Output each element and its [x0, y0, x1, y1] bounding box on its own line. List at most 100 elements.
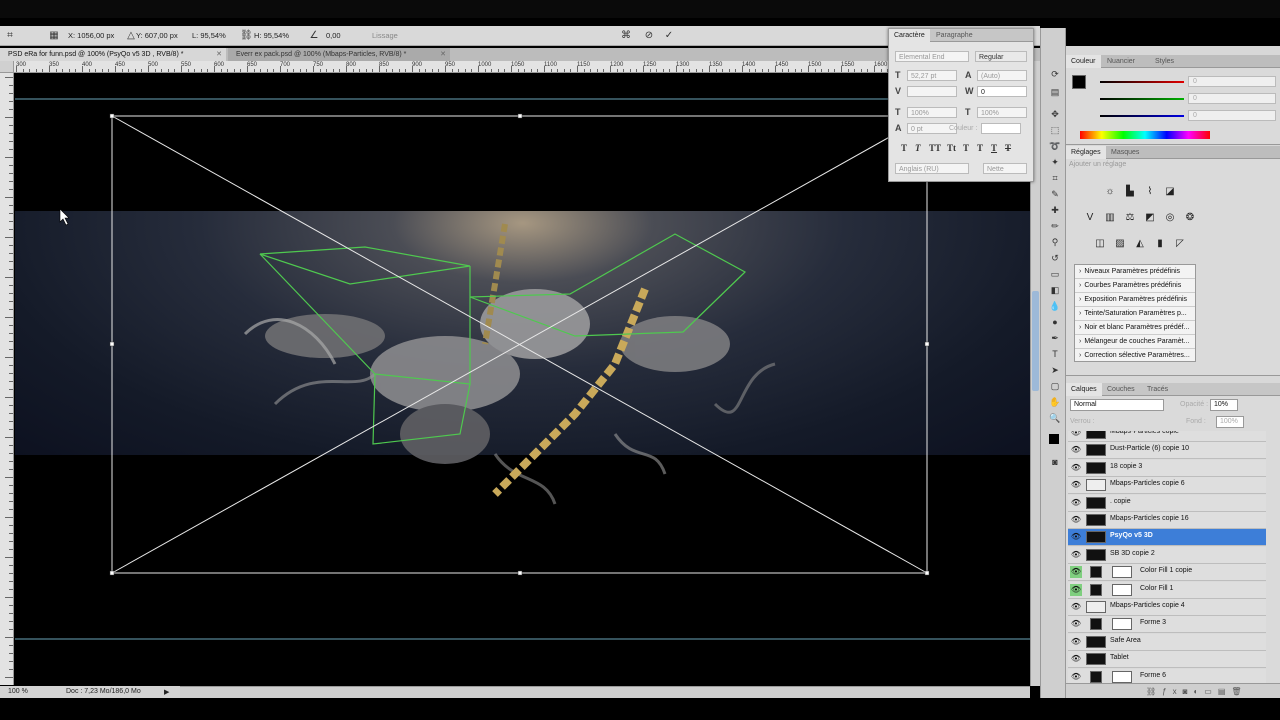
x-position-field[interactable]: X: 1056,00 px — [68, 31, 114, 40]
layer-thumbnail[interactable] — [1086, 531, 1106, 544]
layer-thumbnail[interactable] — [1086, 461, 1106, 474]
gradient-tool-icon[interactable]: ◧ — [1049, 284, 1061, 296]
visibility-eye-icon[interactable]: 👁 — [1070, 601, 1082, 613]
language-select[interactable]: Anglais (RU) — [895, 163, 969, 174]
tab-styles[interactable]: Styles — [1150, 55, 1179, 68]
green-slider[interactable] — [1100, 98, 1184, 100]
close-icon[interactable]: ✕ — [216, 48, 222, 61]
preset-black-white[interactable]: Noir et blanc Paramètres prédéf... — [1075, 321, 1195, 335]
layer-row[interactable]: 👁 18 copie 3 — [1068, 459, 1266, 477]
exposure-icon[interactable]: ◪ — [1164, 186, 1176, 198]
gradient-map-icon[interactable]: ▮ — [1154, 238, 1166, 250]
fill-field[interactable]: 100% — [1216, 416, 1244, 428]
black-white-icon[interactable]: ◩ — [1144, 212, 1156, 224]
doc-size[interactable]: Doc : 7,23 Mo/186,0 Mo — [66, 688, 141, 695]
canvas[interactable] — [15, 74, 1030, 686]
layer-row[interactable]: 👁 SB 3D copie 2 — [1068, 546, 1266, 564]
layer-thumbnail[interactable] — [1086, 479, 1106, 492]
layer-row[interactable]: 👁 Tablet — [1068, 651, 1266, 669]
preset-exposure[interactable]: Exposition Paramètres prédéfinis — [1075, 293, 1195, 307]
layer-row[interactable]: 👁 . copie — [1068, 494, 1266, 512]
tab-paragraph[interactable]: Paragraphe — [931, 29, 978, 42]
healing-brush-icon[interactable]: ✚ — [1049, 204, 1061, 216]
width-field[interactable]: L: 95,54% — [192, 31, 226, 40]
brightness-icon[interactable]: ☼ — [1104, 186, 1116, 198]
hue-saturation-icon[interactable]: ▥ — [1104, 212, 1116, 224]
font-family-select[interactable]: Elemental End — [895, 51, 969, 62]
history-brush-icon[interactable]: ↺ — [1049, 252, 1061, 264]
magic-wand-icon[interactable]: ✦ — [1049, 156, 1061, 168]
layer-row[interactable]: 👁 Color Fill 1 — [1068, 581, 1266, 599]
visibility-eye-icon[interactable]: 👁 — [1070, 531, 1082, 543]
foreground-color-swatch[interactable] — [1049, 434, 1059, 444]
clone-stamp-icon[interactable]: ⚲ — [1049, 236, 1061, 248]
text-color-swatch[interactable] — [981, 123, 1021, 134]
visibility-eye-icon[interactable]: 👁 — [1070, 583, 1082, 596]
vertical-ruler[interactable] — [0, 73, 14, 685]
threshold-icon[interactable]: ◭ — [1134, 238, 1146, 250]
visibility-eye-icon[interactable]: 👁 — [1070, 566, 1082, 579]
visibility-eye-icon[interactable]: 👁 — [1070, 653, 1082, 665]
layer-row[interactable]: 👁 Dust-Particle (6) copie 10 — [1068, 442, 1266, 460]
pen-tool-icon[interactable]: ✒ — [1049, 332, 1061, 344]
quick-mask-icon[interactable]: ◙ — [1049, 456, 1061, 468]
small-caps-button[interactable]: Tt — [947, 143, 956, 153]
blue-slider[interactable] — [1100, 115, 1184, 117]
blend-mode-select[interactable]: Normal — [1070, 399, 1164, 411]
tab-color[interactable]: Couleur — [1066, 55, 1101, 68]
close-icon[interactable]: ✕ — [440, 48, 446, 61]
path-selection-icon[interactable]: ➤ — [1049, 364, 1061, 376]
hand-tool-icon[interactable]: ✋ — [1049, 396, 1061, 408]
vertical-scale-field[interactable]: 100% — [907, 107, 957, 118]
strikethrough-button[interactable]: T — [1005, 143, 1011, 153]
horizontal-ruler[interactable]: 300 350 400 450 500 550 600 650 700 750 800 850 900 9… — [14, 61, 1030, 73]
zoom-level[interactable]: 100 % — [8, 688, 28, 695]
tab-character[interactable]: Caractère — [889, 29, 930, 42]
history-icon[interactable]: ⟳ — [1049, 68, 1061, 80]
tab-layers[interactable]: Calques — [1066, 383, 1102, 396]
eyedropper-icon[interactable]: ✎ — [1049, 188, 1061, 200]
play-icon[interactable]: ▶ — [164, 688, 169, 696]
red-value[interactable]: 0 — [1188, 76, 1276, 87]
tab-masks[interactable]: Masques — [1106, 146, 1144, 159]
layer-thumbnail[interactable] — [1090, 618, 1102, 631]
layer-thumbnail[interactable] — [1090, 583, 1102, 596]
font-style-select[interactable]: Regular — [975, 51, 1027, 62]
layer-thumbnail[interactable] — [1086, 548, 1106, 561]
vibrance-icon[interactable]: V — [1084, 212, 1096, 224]
invert-icon[interactable]: ◫ — [1094, 238, 1106, 250]
subscript-button[interactable]: T — [977, 143, 983, 153]
document-tab-1[interactable]: PSD eRa for funn.psd @ 100% (PsyQo v5 3D… — [0, 48, 226, 61]
photo-filter-icon[interactable]: ◎ — [1164, 212, 1176, 224]
channel-mixer-icon[interactable]: ❂ — [1184, 212, 1196, 224]
transform-reference-icon[interactable]: ⌗ — [4, 30, 16, 42]
move-tool-icon[interactable]: ✥ — [1049, 108, 1061, 120]
layer-actions-icons[interactable]: ⛓ƒx◙◐▭▤🗑 — [1146, 687, 1248, 696]
layer-row[interactable]: 👁 Mbaps-Particles copie — [1068, 431, 1266, 442]
preset-hue-saturation[interactable]: Teinte/Saturation Paramètres p... — [1075, 307, 1195, 321]
horizontal-scale-field[interactable]: 100% — [977, 107, 1027, 118]
dodge-tool-icon[interactable]: ● — [1049, 316, 1061, 328]
cancel-transform-icon[interactable]: ⊘ — [643, 30, 655, 42]
brush-tool-icon[interactable]: ✏ — [1049, 220, 1061, 232]
layer-thumbnail[interactable] — [1086, 431, 1106, 439]
visibility-eye-icon[interactable]: 👁 — [1070, 636, 1082, 648]
preset-levels[interactable]: Niveaux Paramètres prédéfinis — [1075, 265, 1195, 279]
shape-tool-icon[interactable]: ▢ — [1049, 380, 1061, 392]
visibility-eye-icon[interactable]: 👁 — [1070, 497, 1082, 509]
preset-channel-mixer[interactable]: Mélangeur de couches Paramèt... — [1075, 335, 1195, 349]
layer-thumbnail[interactable] — [1086, 444, 1106, 457]
opacity-field[interactable]: 10% — [1210, 399, 1238, 411]
layer-thumbnail[interactable] — [1086, 653, 1106, 666]
faux-bold-button[interactable]: T — [901, 143, 907, 153]
layer-thumbnail[interactable] — [1090, 566, 1102, 579]
layer-row[interactable]: 👁 Color Fill 1 copie — [1068, 564, 1266, 582]
layer-thumbnail[interactable] — [1090, 670, 1102, 683]
color-balance-icon[interactable]: ⚖ — [1124, 212, 1136, 224]
link-icon[interactable]: ⛓ — [240, 30, 253, 42]
eraser-icon[interactable]: ▭ — [1049, 268, 1061, 280]
faux-italic-button[interactable]: T — [915, 143, 921, 153]
scroll-thumb[interactable] — [1032, 291, 1039, 391]
y-position-field[interactable]: Y: 607,00 px — [136, 31, 178, 40]
layer-row[interactable]: 👁 Mbaps-Particles copie 6 — [1068, 477, 1266, 495]
